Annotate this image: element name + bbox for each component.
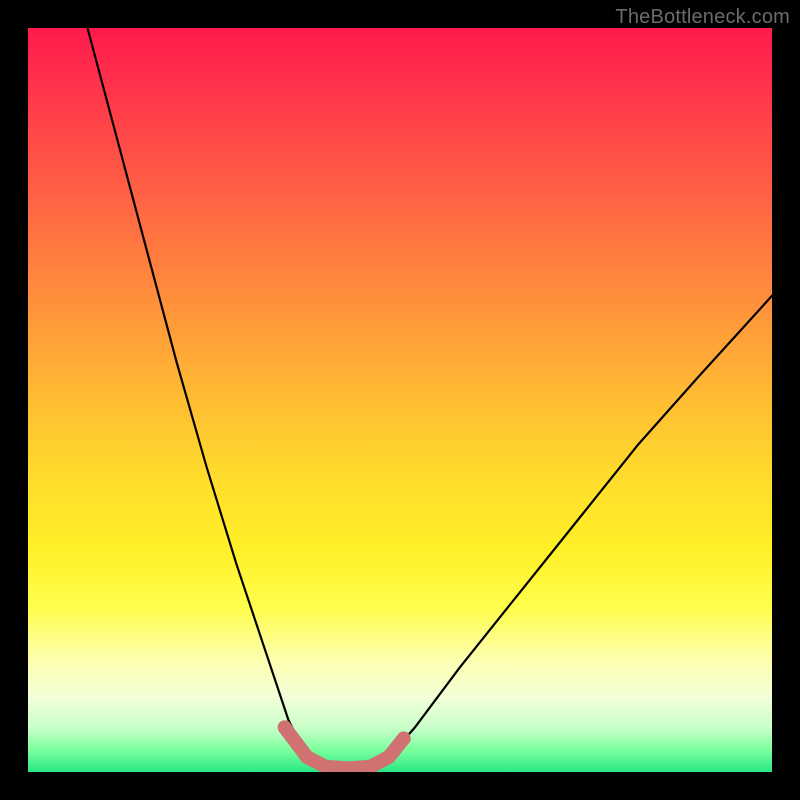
watermark-text: TheBottleneck.com xyxy=(615,6,790,29)
optimum-highlight xyxy=(285,727,404,768)
bottleneck-curve xyxy=(88,28,773,768)
optimum-endpoint-left xyxy=(278,720,292,734)
chart-svg xyxy=(28,28,772,772)
optimum-endpoint-right xyxy=(397,732,411,746)
chart-plot-area xyxy=(28,28,772,772)
